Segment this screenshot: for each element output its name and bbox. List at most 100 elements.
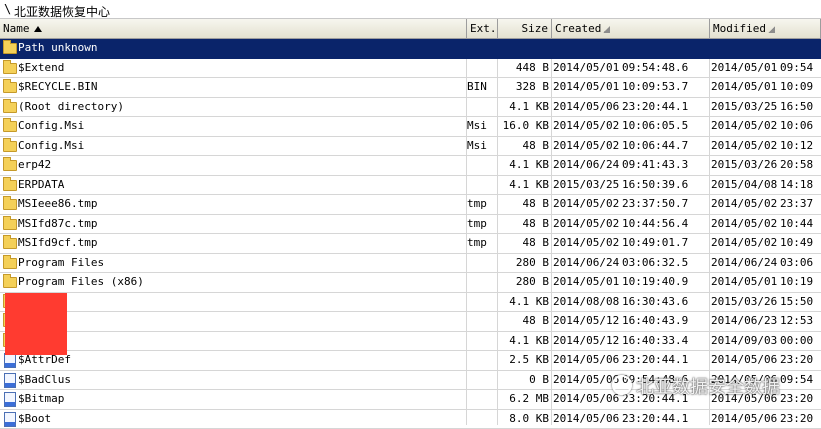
cell-ctime: 23:20:44.1 [622,98,710,117]
cell-mtime: 15:50 [780,293,821,312]
folder-icon [3,258,17,269]
column-headers: Name Ext. Size Created Modified [0,19,821,39]
column-resize-icon [768,26,775,33]
cell-size: 280 B [498,254,550,273]
folder-icon [3,160,17,171]
cell-mtime: 23:37 [780,195,821,214]
cell-cdate: 2014/06/24 [553,254,623,273]
cell-ext [467,59,497,78]
cell-ext [467,273,497,292]
table-row[interactable]: 48 B2014/05/1216:40:43.92014/06/2312:53 [0,312,821,332]
file-icon [4,412,16,427]
cell-size: 4.1 KB [498,176,550,195]
table-row[interactable]: erp424.1 KB2014/06/2409:41:43.32015/03/2… [0,156,821,176]
table-row[interactable]: MSIfd87c.tmptmp48 B2014/05/0210:44:56.42… [0,215,821,235]
table-row[interactable]: $AttrDef2.5 KB2014/05/0623:20:44.12014/0… [0,351,821,371]
table-row[interactable]: ERPDATA4.1 KB2015/03/2516:50:39.62015/04… [0,176,821,196]
table-row[interactable]: $Extend448 B2014/05/0109:54:48.62014/05/… [0,59,821,79]
column-header-name[interactable]: Name [0,19,467,39]
cell-name: $Extend [18,59,466,78]
cell-size: 8.0 KB [498,410,550,429]
cell-cdate: 2014/05/06 [553,410,623,429]
cell-mdate: 2014/05/01 [711,59,781,78]
column-header-size-label: Size [522,22,549,35]
watermark: 北亚数据安全数据 [612,373,780,399]
cell-mdate: 2015/03/25 [711,98,781,117]
table-row[interactable]: 4.1 KB2014/08/0816:30:43.62015/03/2615:5… [0,293,821,313]
cell-ctime: 10:44:56.4 [622,215,710,234]
cell-ctime: 10:09:53.7 [622,78,710,97]
cell-mtime: 20:58 [780,156,821,175]
cell-name: $AttrDef [18,351,466,370]
cell-cdate: 2014/05/02 [553,195,623,214]
cell-ext [467,371,497,390]
column-header-modified-label: Modified [713,22,766,35]
cell-ext [467,98,497,117]
cell-size: 16.0 KB [498,117,550,136]
cell-cdate: 2014/08/08 [553,293,623,312]
watermark-text: 北亚数据安全数据 [636,377,780,398]
folder-icon [3,141,17,152]
cell-size: 4.1 KB [498,293,550,312]
column-header-modified[interactable]: Modified [710,19,821,39]
column-header-created-label: Created [555,22,601,35]
cell-name [18,332,466,351]
cell-ctime: 16:30:43.6 [622,293,710,312]
wechat-icon [612,375,632,395]
cell-mtime: 10:12 [780,137,821,156]
cell-name: Path unknown [18,39,466,58]
cell-size: 2.5 KB [498,351,550,370]
cell-mtime: 23:20 [780,410,821,429]
column-resize-icon [603,26,610,33]
cell-mdate: 2014/05/02 [711,137,781,156]
table-row[interactable]: $Boot8.0 KB2014/05/0623:20:44.12014/05/0… [0,410,821,429]
cell-cdate [553,39,623,58]
cell-cdate: 2014/05/02 [553,215,623,234]
table-row[interactable]: Path unknown [0,39,821,59]
cell-mdate: 2014/05/01 [711,273,781,292]
cell-ctime: 09:41:43.3 [622,156,710,175]
table-row[interactable]: Program Files280 B2014/06/2403:06:32.520… [0,254,821,274]
cell-ext: BIN [467,78,497,97]
cell-cdate: 2015/03/25 [553,176,623,195]
column-header-size[interactable]: Size [498,19,552,39]
table-row[interactable]: Config.MsiMsi48 B2014/05/0210:06:44.7201… [0,137,821,157]
cell-name: MSIfd9cf.tmp [18,234,466,253]
cell-name: Program Files [18,254,466,273]
cell-ctime: 09:54:48.6 [622,59,710,78]
cell-name: $Bitmap [18,390,466,409]
cell-mdate: 2015/03/26 [711,156,781,175]
table-row[interactable]: MSIfd9cf.tmptmp48 B2014/05/0210:49:01.72… [0,234,821,254]
cell-ctime: 23:20:44.1 [622,410,710,429]
table-row[interactable]: MSIeee86.tmptmp48 B2014/05/0223:37:50.72… [0,195,821,215]
cell-cdate: 2014/05/12 [553,312,623,331]
cell-cdate: 2014/05/12 [553,332,623,351]
cell-mtime: 10:44 [780,215,821,234]
cell-name: Config.Msi [18,137,466,156]
file-icon [4,373,16,388]
cell-name: ERPDATA [18,176,466,195]
cell-size: 48 B [498,215,550,234]
cell-ctime: 10:06:05.5 [622,117,710,136]
table-row[interactable]: Program Files (x86)280 B2014/05/0110:19:… [0,273,821,293]
table-row[interactable]: (Root directory)4.1 KB2014/05/0623:20:44… [0,98,821,118]
cell-mtime: 09:54 [780,59,821,78]
table-row[interactable]: Config.MsiMsi16.0 KB2014/05/0210:06:05.5… [0,117,821,137]
file-list: Path unknown$Extend448 B2014/05/0109:54:… [0,39,821,429]
cell-ctime: 16:50:39.6 [622,176,710,195]
cell-name: $Boot [18,410,466,429]
cell-ext [467,332,497,351]
cell-ext [467,410,497,429]
cell-name: MSIfd87c.tmp [18,215,466,234]
cell-mtime: 16:50 [780,98,821,117]
folder-icon [3,121,17,132]
cell-mdate: 2014/05/06 [711,410,781,429]
cell-ext [467,293,497,312]
cell-name: erp42 [18,156,466,175]
table-row[interactable]: 4.1 KB2014/05/1216:40:33.42014/09/0300:0… [0,332,821,352]
column-header-ext[interactable]: Ext. [467,19,498,39]
column-header-created[interactable]: Created [552,19,710,39]
cell-mtime: 10:09 [780,78,821,97]
folder-icon [3,180,17,191]
table-row[interactable]: $RECYCLE.BINBIN328 B2014/05/0110:09:53.7… [0,78,821,98]
